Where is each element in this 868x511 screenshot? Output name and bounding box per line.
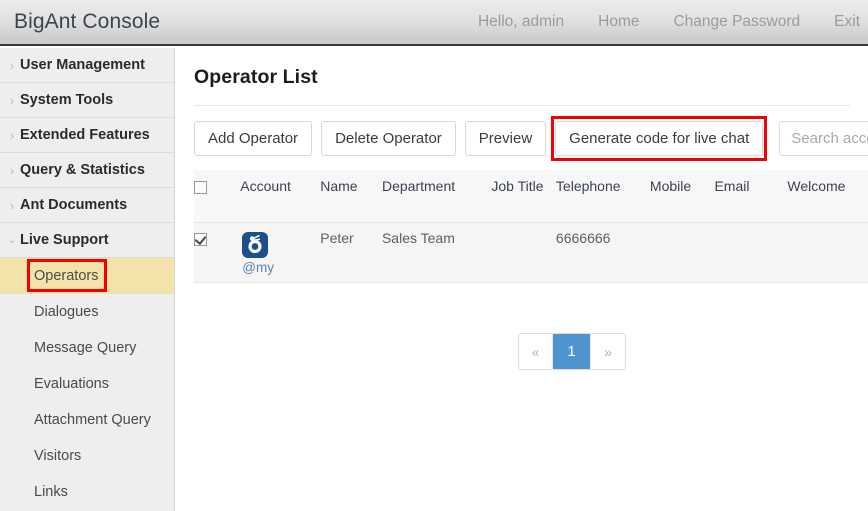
preview-wrap: Preview <box>464 121 547 156</box>
sidebar-item-dialogues[interactable]: Dialogues <box>0 294 174 330</box>
table-header-row: Account Name Department Job Title Teleph… <box>194 170 868 223</box>
sidebar-item-query-statistics[interactable]: › Query & Statistics <box>0 153 174 188</box>
preview-button[interactable]: Preview <box>464 121 547 156</box>
sidebar-item-links[interactable]: Links <box>0 474 174 510</box>
cell-welcome <box>787 222 868 283</box>
delete-operator-wrap: Delete Operator <box>321 121 456 156</box>
sidebar-item-extended-features[interactable]: › Extended Features <box>0 118 174 153</box>
sidebar-item-operators[interactable]: Operators <box>0 258 174 294</box>
sidebar-item-label: Live Support <box>20 232 109 248</box>
generate-code-for-live-chat-button[interactable]: Generate code for live chat <box>555 121 764 156</box>
column-header-telephone[interactable]: Telephone <box>555 170 650 223</box>
sidebar-subitem-label: Dialogues <box>34 304 99 320</box>
pagination-next-button[interactable]: » <box>591 334 625 369</box>
column-header-welcome[interactable]: Welcome <box>787 170 868 223</box>
add-operator-button[interactable]: Add Operator <box>194 121 313 156</box>
sidebar-item-message-query[interactable]: Message Query <box>0 330 174 366</box>
operator-toolbar: Add Operator Delete Operator Preview Gen… <box>194 116 868 161</box>
row-select-cell <box>194 222 241 283</box>
chevron-right-icon: › <box>9 197 15 213</box>
search-account-input[interactable] <box>779 121 868 156</box>
delete-operator-button[interactable]: Delete Operator <box>321 121 456 156</box>
sidebar-item-evaluations[interactable]: Evaluations <box>0 366 174 402</box>
cell-department: Sales Team <box>381 222 492 283</box>
column-header-account[interactable]: Account <box>240 170 321 223</box>
sidebar-item-label: Extended Features <box>20 127 150 143</box>
pagination-page-1[interactable]: 1 <box>553 334 591 369</box>
column-header-name[interactable]: Name <box>320 170 382 223</box>
table-body: @my Peter Sales Team 6666666 1 <box>194 222 868 283</box>
chevron-down-icon: ⌄ <box>7 233 17 246</box>
column-header-email[interactable]: Email <box>714 170 788 223</box>
cell-email <box>714 222 788 283</box>
nav-exit-link[interactable]: Exit <box>817 13 866 31</box>
sidebar-item-attachment-query[interactable]: Attachment Query <box>0 402 174 438</box>
cell-mobile <box>649 222 715 283</box>
sidebar-subitem-label: Message Query <box>34 340 137 356</box>
cell-name: Peter <box>320 222 382 283</box>
nav-home-link[interactable]: Home <box>581 13 656 31</box>
account-handle-link[interactable]: @my <box>242 260 315 275</box>
sidebar-item-visitors[interactable]: Visitors <box>0 438 174 474</box>
select-all-checkbox[interactable] <box>194 180 207 194</box>
chevron-right-icon: › <box>9 127 15 143</box>
operator-table: Account Name Department Job Title Teleph… <box>194 170 868 283</box>
app-header: BigAnt Console Hello, admin Home Change … <box>0 0 868 46</box>
sidebar-item-label: Ant Documents <box>20 197 128 213</box>
nav-greeting: Hello, admin <box>477 13 565 30</box>
nav-change-password-link[interactable]: Change Password <box>656 13 817 31</box>
sidebar-item-label: Query & Statistics <box>20 162 145 178</box>
select-all-header <box>194 170 241 223</box>
page-title: Operator List <box>194 66 318 88</box>
sidebar-item-system-tools[interactable]: › System Tools <box>0 83 174 118</box>
pagination-prev-button[interactable]: « <box>519 334 553 369</box>
sidebar-subitem-label: Visitors <box>34 448 82 464</box>
title-divider <box>194 105 850 106</box>
sidebar-subitem-label: Links <box>34 484 68 500</box>
sidebar-navigation: › User Management › System Tools › Exten… <box>0 48 175 511</box>
pagination: « 1 » <box>518 333 626 370</box>
sidebar-item-label: User Management <box>20 57 145 73</box>
chevron-right-icon: › <box>9 57 15 73</box>
main-content: Operator List Add Operator Delete Operat… <box>176 48 868 511</box>
sidebar-item-live-support[interactable]: ⌄ Live Support <box>0 223 174 258</box>
sidebar-item-ant-documents[interactable]: › Ant Documents <box>0 188 174 223</box>
chevron-right-icon: › <box>9 162 15 178</box>
column-header-department[interactable]: Department <box>381 170 492 223</box>
add-operator-wrap: Add Operator <box>194 121 313 156</box>
cell-account: @my <box>240 222 321 283</box>
column-header-job-title[interactable]: Job Title <box>491 170 556 223</box>
sidebar-subitem-label: Operators <box>26 259 109 292</box>
sidebar-item-user-management[interactable]: › User Management <box>0 48 174 83</box>
generate-code-annotation-box: Generate code for live chat <box>551 116 768 161</box>
sidebar-subitem-label: Evaluations <box>34 376 109 392</box>
operator-table-wrap: Account Name Department Job Title Teleph… <box>194 170 868 283</box>
top-navigation: Hello, admin Home Change Password Exit <box>461 13 868 31</box>
app-brand-title: BigAnt Console <box>14 10 161 33</box>
table-header: Account Name Department Job Title Teleph… <box>194 170 868 223</box>
column-header-mobile[interactable]: Mobile <box>649 170 715 223</box>
row-select-checkbox[interactable] <box>194 232 207 246</box>
bigant-ant-avatar-icon <box>242 232 269 258</box>
table-row[interactable]: @my Peter Sales Team 6666666 1 <box>194 222 868 283</box>
cell-telephone: 6666666 <box>555 222 650 283</box>
chevron-right-icon: › <box>9 92 15 108</box>
cell-job-title <box>491 222 556 283</box>
sidebar-item-label: System Tools <box>20 92 114 108</box>
sidebar-subitem-label: Attachment Query <box>34 412 151 428</box>
